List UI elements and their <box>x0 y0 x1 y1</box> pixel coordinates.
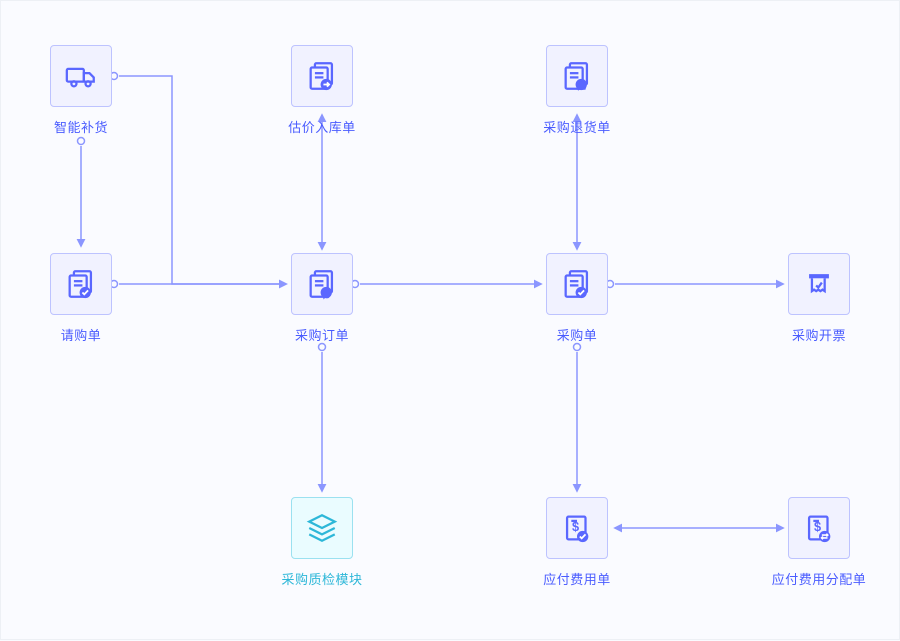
node-label: 应付费用分配单 <box>772 569 867 588</box>
node-label: 智能补货 <box>54 117 108 136</box>
doc-arrow-icon <box>291 45 353 107</box>
node-label: 请购单 <box>61 325 102 344</box>
truck-icon <box>50 45 112 107</box>
flow-connectors <box>1 1 900 641</box>
doc-money-swap-icon: $ <box>788 497 850 559</box>
node-label: 采购开票 <box>792 325 846 344</box>
doc-order-icon: 订 <box>291 253 353 315</box>
doc-check-icon <box>50 253 112 315</box>
node-purchase-order[interactable]: 订 采购订单 <box>277 253 367 344</box>
node-label: 采购质检模块 <box>281 569 362 588</box>
node-invoice[interactable]: 采购开票 <box>774 253 864 344</box>
node-label: 应付费用单 <box>543 569 611 588</box>
svg-text:退: 退 <box>578 81 586 90</box>
node-label: 估价入库单 <box>288 117 356 136</box>
node-label: 采购单 <box>557 325 598 344</box>
doc-money-check-icon: $ <box>546 497 608 559</box>
node-qc-module[interactable]: 采购质检模块 <box>277 497 367 588</box>
node-return-order[interactable]: 退 采购退货单 <box>532 45 622 136</box>
doc-return-icon: 退 <box>546 45 608 107</box>
svg-text:订: 订 <box>323 289 330 298</box>
layers-icon <box>291 497 353 559</box>
node-requisition[interactable]: 请购单 <box>36 253 126 344</box>
node-label: 采购订单 <box>295 325 349 344</box>
node-estimate-inbound[interactable]: 估价入库单 <box>277 45 367 136</box>
node-purchase-bill[interactable]: 采购单 <box>532 253 622 344</box>
node-payable[interactable]: $ 应付费用单 <box>532 497 622 588</box>
node-label: 采购退货单 <box>543 117 611 136</box>
node-payable-alloc[interactable]: $ 应付费用分配单 <box>774 497 864 588</box>
invoice-icon <box>788 253 850 315</box>
doc-check-icon <box>546 253 608 315</box>
node-smart-restock[interactable]: 智能补货 <box>36 45 126 136</box>
